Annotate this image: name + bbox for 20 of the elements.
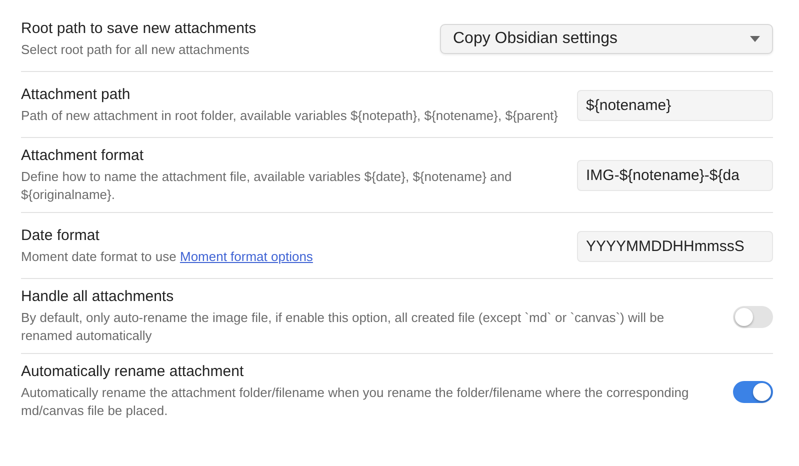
setting-description: Define how to name the attachment file, available variables ${date}, ${notename} and ${originalname}. [21, 168, 513, 204]
setting-title: Attachment path [21, 86, 132, 102]
caret-icon [750, 36, 760, 42]
setting-title: Handle all attachments [21, 288, 175, 305]
setting-title: Attachment format [21, 147, 145, 164]
setting-description: Path of new attachment in root folder, available variables ${notepath}, ${notename}, ${parent} [21, 106, 559, 124]
text-field[interactable]: YYYYMMDDHHmmssS [577, 230, 773, 262]
setting-title: Automatically rename attachment [21, 363, 245, 380]
root-path-dropdown[interactable]: Copy Obsidian settings [440, 24, 773, 54]
setting-description: Select root path for all new attachments [21, 40, 250, 58]
text-field[interactable]: ${notename} [577, 90, 773, 120]
setting-title: Date format [21, 226, 100, 244]
setting-description: By default, only auto-rename the image file, if enable this option, all created file (except `md` or `canvas`) will be renamed automatically [21, 309, 666, 345]
toggle-switch[interactable] [733, 306, 773, 328]
text-field[interactable]: IMG-${notename}-${da [577, 160, 773, 191]
setting-description: Automatically rename the attachment folder/filename when you rename the folder/filename where the corresponding md/canvas file be placed. [21, 384, 690, 420]
setting-title: Root path to save new attachments [21, 20, 258, 36]
setting-description: Moment date format to use [21, 248, 176, 264]
toggle-switch[interactable] [733, 380, 773, 402]
moment-format-link[interactable]: Moment format options [180, 248, 313, 264]
